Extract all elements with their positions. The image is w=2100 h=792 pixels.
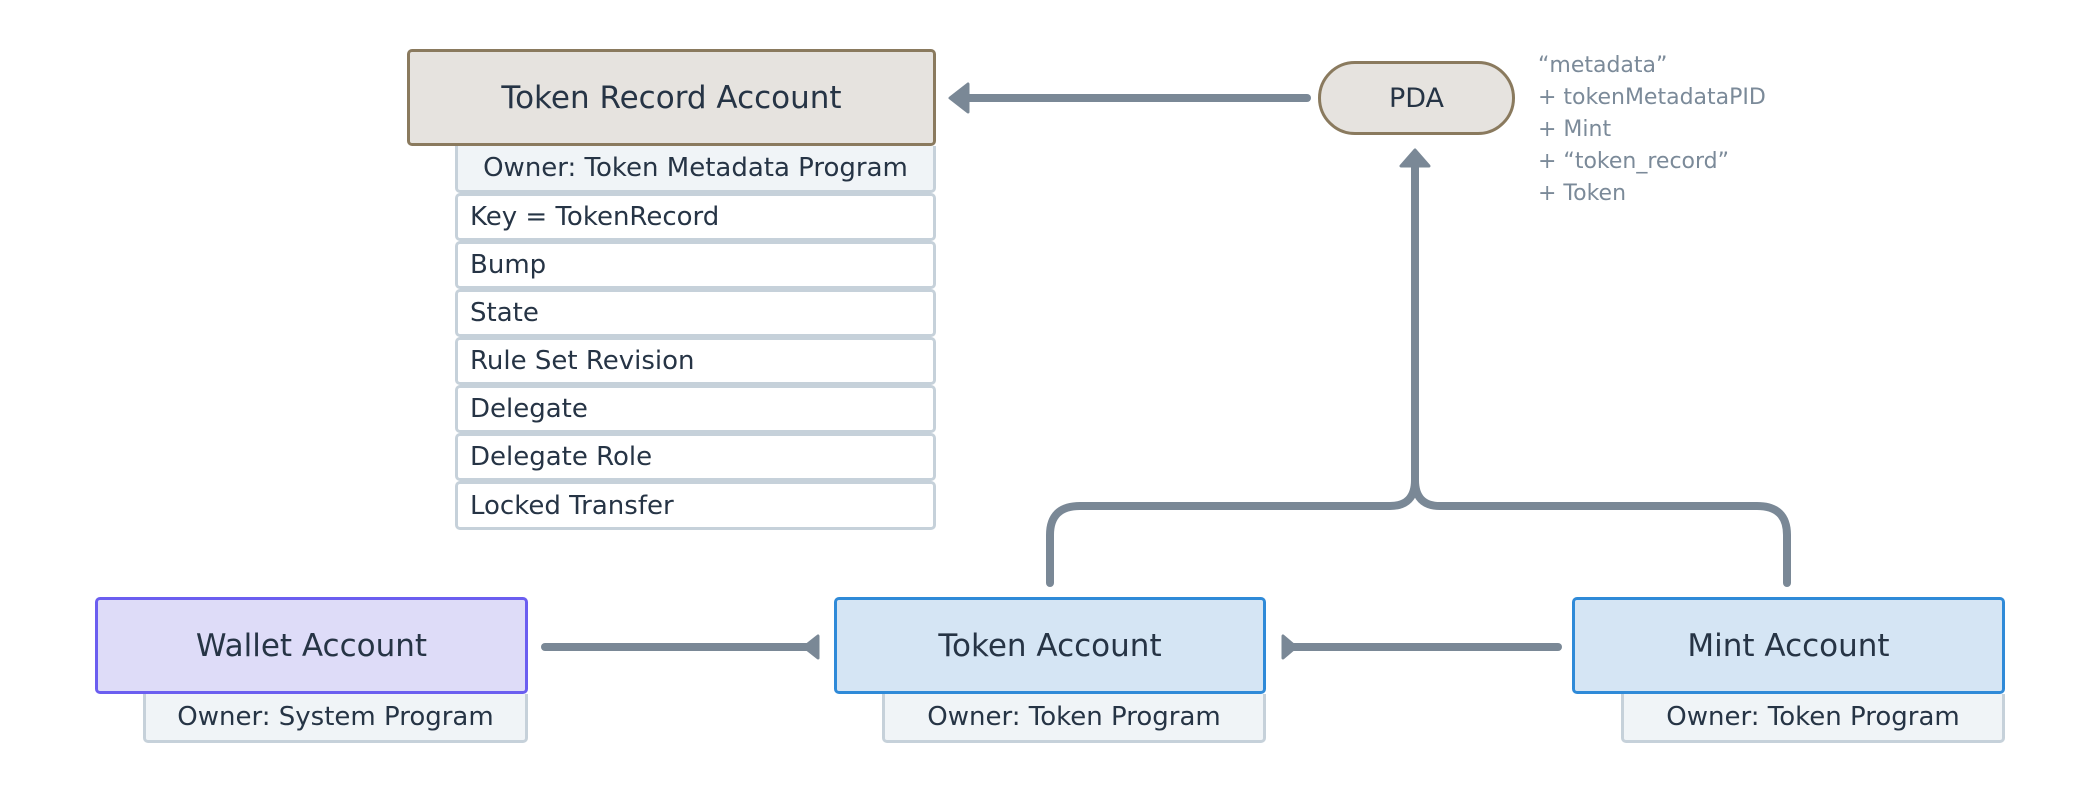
field-row: Rule Set Revision [455, 337, 936, 385]
pda-label: PDA [1388, 82, 1445, 114]
wallet-owner: Owner: System Program [143, 694, 528, 743]
field-label: Rule Set Revision [470, 346, 695, 376]
field-row: Delegate [455, 385, 936, 433]
pda-seeds: “metadata” + tokenMetadataPID + Mint + “… [1538, 50, 1766, 210]
wallet-owner-label: Owner: System Program [177, 702, 494, 732]
seed-item: + tokenMetadataPID [1538, 85, 1766, 110]
token-record-owner-label: Owner: Token Metadata Program [483, 153, 908, 183]
token-record-account-node[interactable]: Token Record Account [407, 49, 936, 146]
wallet-title: Wallet Account [195, 627, 428, 664]
seed-item: + Token [1538, 181, 1627, 206]
seed-item: + Mint [1538, 117, 1612, 142]
token-owner-label: Owner: Token Program [927, 702, 1221, 732]
mint-title: Mint Account [1687, 627, 1890, 664]
wallet-account-node[interactable]: Wallet Account [95, 597, 528, 694]
field-label: Delegate [470, 394, 588, 424]
seed-item: “metadata” [1538, 53, 1668, 78]
pda-to-record-arrowhead [948, 82, 970, 114]
token-owner: Owner: Token Program [882, 694, 1266, 743]
field-label: Key = TokenRecord [470, 202, 720, 232]
field-row: Key = TokenRecord [455, 193, 936, 241]
field-row: State [455, 289, 936, 337]
field-row: Bump [455, 241, 936, 289]
field-label: Bump [470, 250, 547, 280]
mint-account-node[interactable]: Mint Account [1572, 597, 2005, 694]
token-record-owner: Owner: Token Metadata Program [455, 146, 936, 193]
token-title: Token Account [938, 627, 1162, 664]
pda-node[interactable]: PDA [1318, 61, 1515, 135]
token-record-title: Token Record Account [501, 79, 842, 116]
field-label: Delegate Role [470, 442, 653, 472]
seed-item: + “token_record” [1538, 149, 1730, 174]
field-label: Locked Transfer [470, 490, 674, 521]
field-row: Delegate Role [455, 433, 936, 481]
field-label: State [470, 298, 539, 328]
mint-owner-label: Owner: Token Program [1666, 702, 1960, 732]
brace-to-pda-arrowhead [1399, 148, 1431, 168]
mint-token-arrowhead [1281, 634, 1298, 660]
seed-brace [1046, 476, 1791, 587]
field-row: Locked Transfer [455, 481, 936, 530]
mint-owner: Owner: Token Program [1621, 694, 2005, 743]
wallet-token-arrowhead [802, 634, 820, 660]
token-account-node[interactable]: Token Account [834, 597, 1266, 694]
